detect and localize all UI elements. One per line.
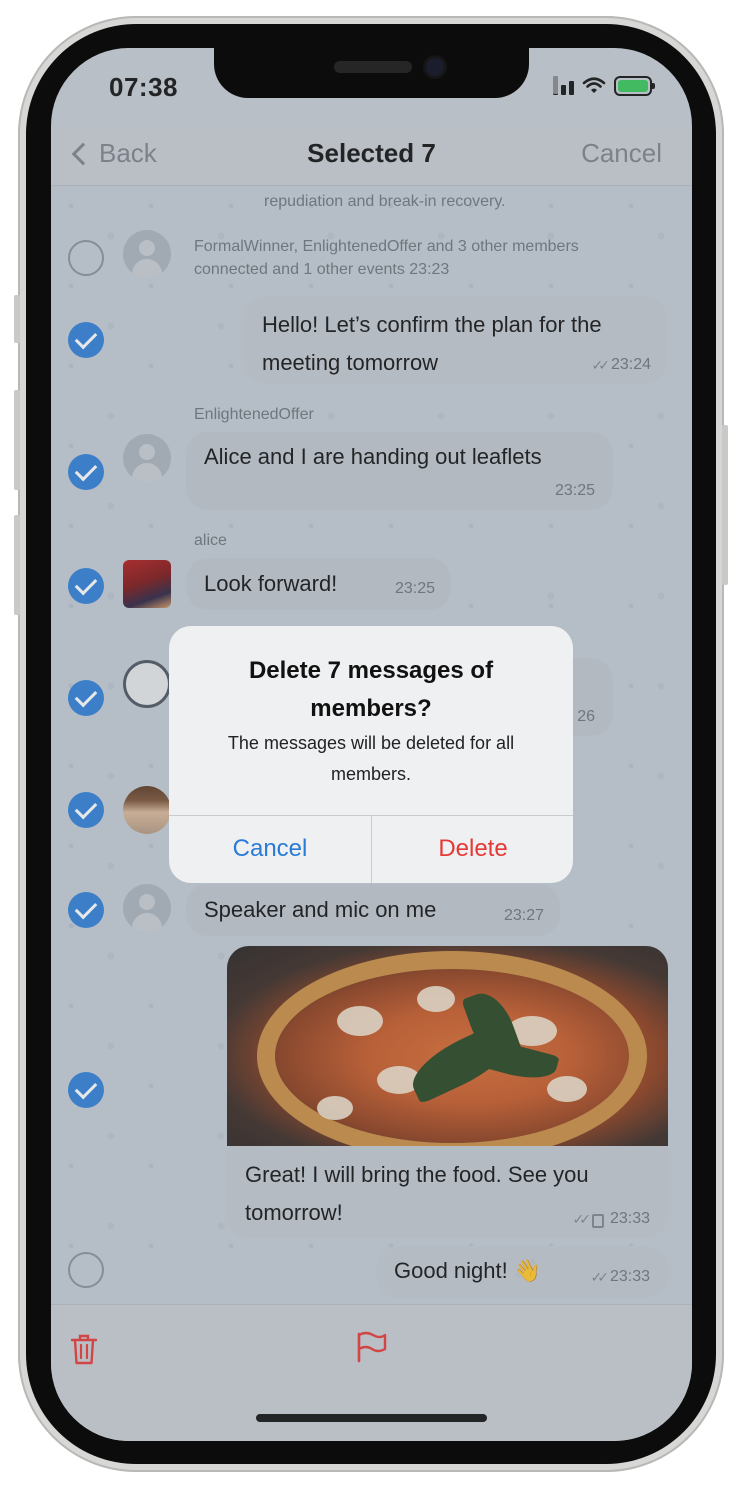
message-text: Alice and I are handing out leaflets	[204, 444, 542, 469]
camera-icon	[426, 58, 444, 76]
notch	[214, 48, 529, 98]
read-ticks-icon: ✓✓	[591, 356, 610, 373]
message-text: Speaker and mic on me	[204, 897, 437, 922]
message-meta: ✓✓ 23:33	[572, 1210, 650, 1228]
photo-message-bubble[interactable]: Great! I will bring the food. See you to…	[227, 946, 668, 1238]
select-checkbox[interactable]	[68, 892, 104, 928]
avatar	[123, 230, 171, 278]
avatar	[123, 434, 171, 482]
avatar	[123, 660, 171, 708]
message-text: Look forward!	[204, 571, 338, 596]
select-checkbox[interactable]	[68, 680, 104, 716]
message-bubble[interactable]: Hello! Let’s confirm the plan for the me…	[244, 296, 667, 384]
read-ticks-icon: ✓✓	[590, 1268, 609, 1285]
message-bubble[interactable]: Good night! 👋 ✓✓ 23:33	[376, 1246, 668, 1298]
message-bubble[interactable]: Look forward! 23:25	[186, 558, 451, 610]
power-button	[722, 425, 728, 585]
home-indicator[interactable]	[256, 1414, 487, 1422]
message-text: Good night! 👋	[394, 1258, 542, 1283]
cancel-selection-button[interactable]: Cancel	[581, 138, 662, 169]
select-checkbox[interactable]	[68, 322, 104, 358]
message-bubble[interactable]: Speaker and mic on me 23:27	[186, 884, 560, 936]
screen: 07:38 Back Selected 7 Cancel repudiation…	[51, 48, 692, 1441]
flag-icon[interactable]	[355, 1331, 387, 1363]
trash-icon[interactable]	[69, 1333, 99, 1365]
select-checkbox[interactable]	[68, 1072, 104, 1108]
pizza-photo[interactable]	[227, 946, 668, 1146]
avatar	[123, 560, 171, 608]
delete-confirmation-dialog: Delete 7 messages of members? The messag…	[169, 626, 573, 883]
message-time: 23:25	[394, 580, 435, 597]
volume-down-button	[14, 515, 20, 615]
read-ticks-icon: ✓✓	[572, 1210, 591, 1227]
alert-title: Delete 7 messages of members?	[248, 657, 494, 722]
avatar	[123, 884, 171, 932]
message-bubble[interactable]: Alice and I are handing out leaflets 23:…	[186, 432, 613, 510]
alert-delete-button[interactable]: Delete	[372, 815, 573, 883]
volume-up-button	[14, 390, 20, 490]
message-meta: ✓✓ 23:24	[591, 356, 651, 373]
alert-message: The messages will be deleted for all mem…	[227, 733, 515, 784]
speaker-grille	[334, 61, 412, 73]
cellular-signal-icon	[553, 76, 574, 95]
lock-icon	[591, 1214, 604, 1228]
select-checkbox[interactable]	[68, 568, 104, 604]
select-checkbox[interactable]	[68, 1252, 104, 1288]
wifi-icon	[582, 77, 606, 93]
status-icons	[553, 76, 655, 96]
sender-name: alice	[194, 532, 227, 549]
message-time: 23:27	[503, 907, 544, 924]
system-message-top: repudiation and break-in recovery.	[264, 193, 506, 210]
mute-switch	[14, 295, 20, 343]
select-checkbox[interactable]	[68, 454, 104, 490]
battery-charging-icon	[614, 76, 655, 96]
status-time: 07:38	[109, 72, 178, 102]
select-checkbox[interactable]	[68, 792, 104, 828]
system-event-message: FormalWinner, EnlightenedOffer and 3 oth…	[194, 238, 579, 278]
message-time: 23:25	[554, 482, 595, 499]
select-checkbox[interactable]	[68, 240, 104, 276]
alert-cancel-button[interactable]: Cancel	[169, 815, 371, 883]
message-time: 26	[577, 708, 595, 725]
navigation-bar: Back Selected 7 Cancel	[51, 128, 692, 186]
message-meta: ✓✓ 23:33	[590, 1268, 650, 1285]
sender-name: EnlightenedOffer	[194, 406, 314, 423]
avatar	[123, 786, 171, 834]
